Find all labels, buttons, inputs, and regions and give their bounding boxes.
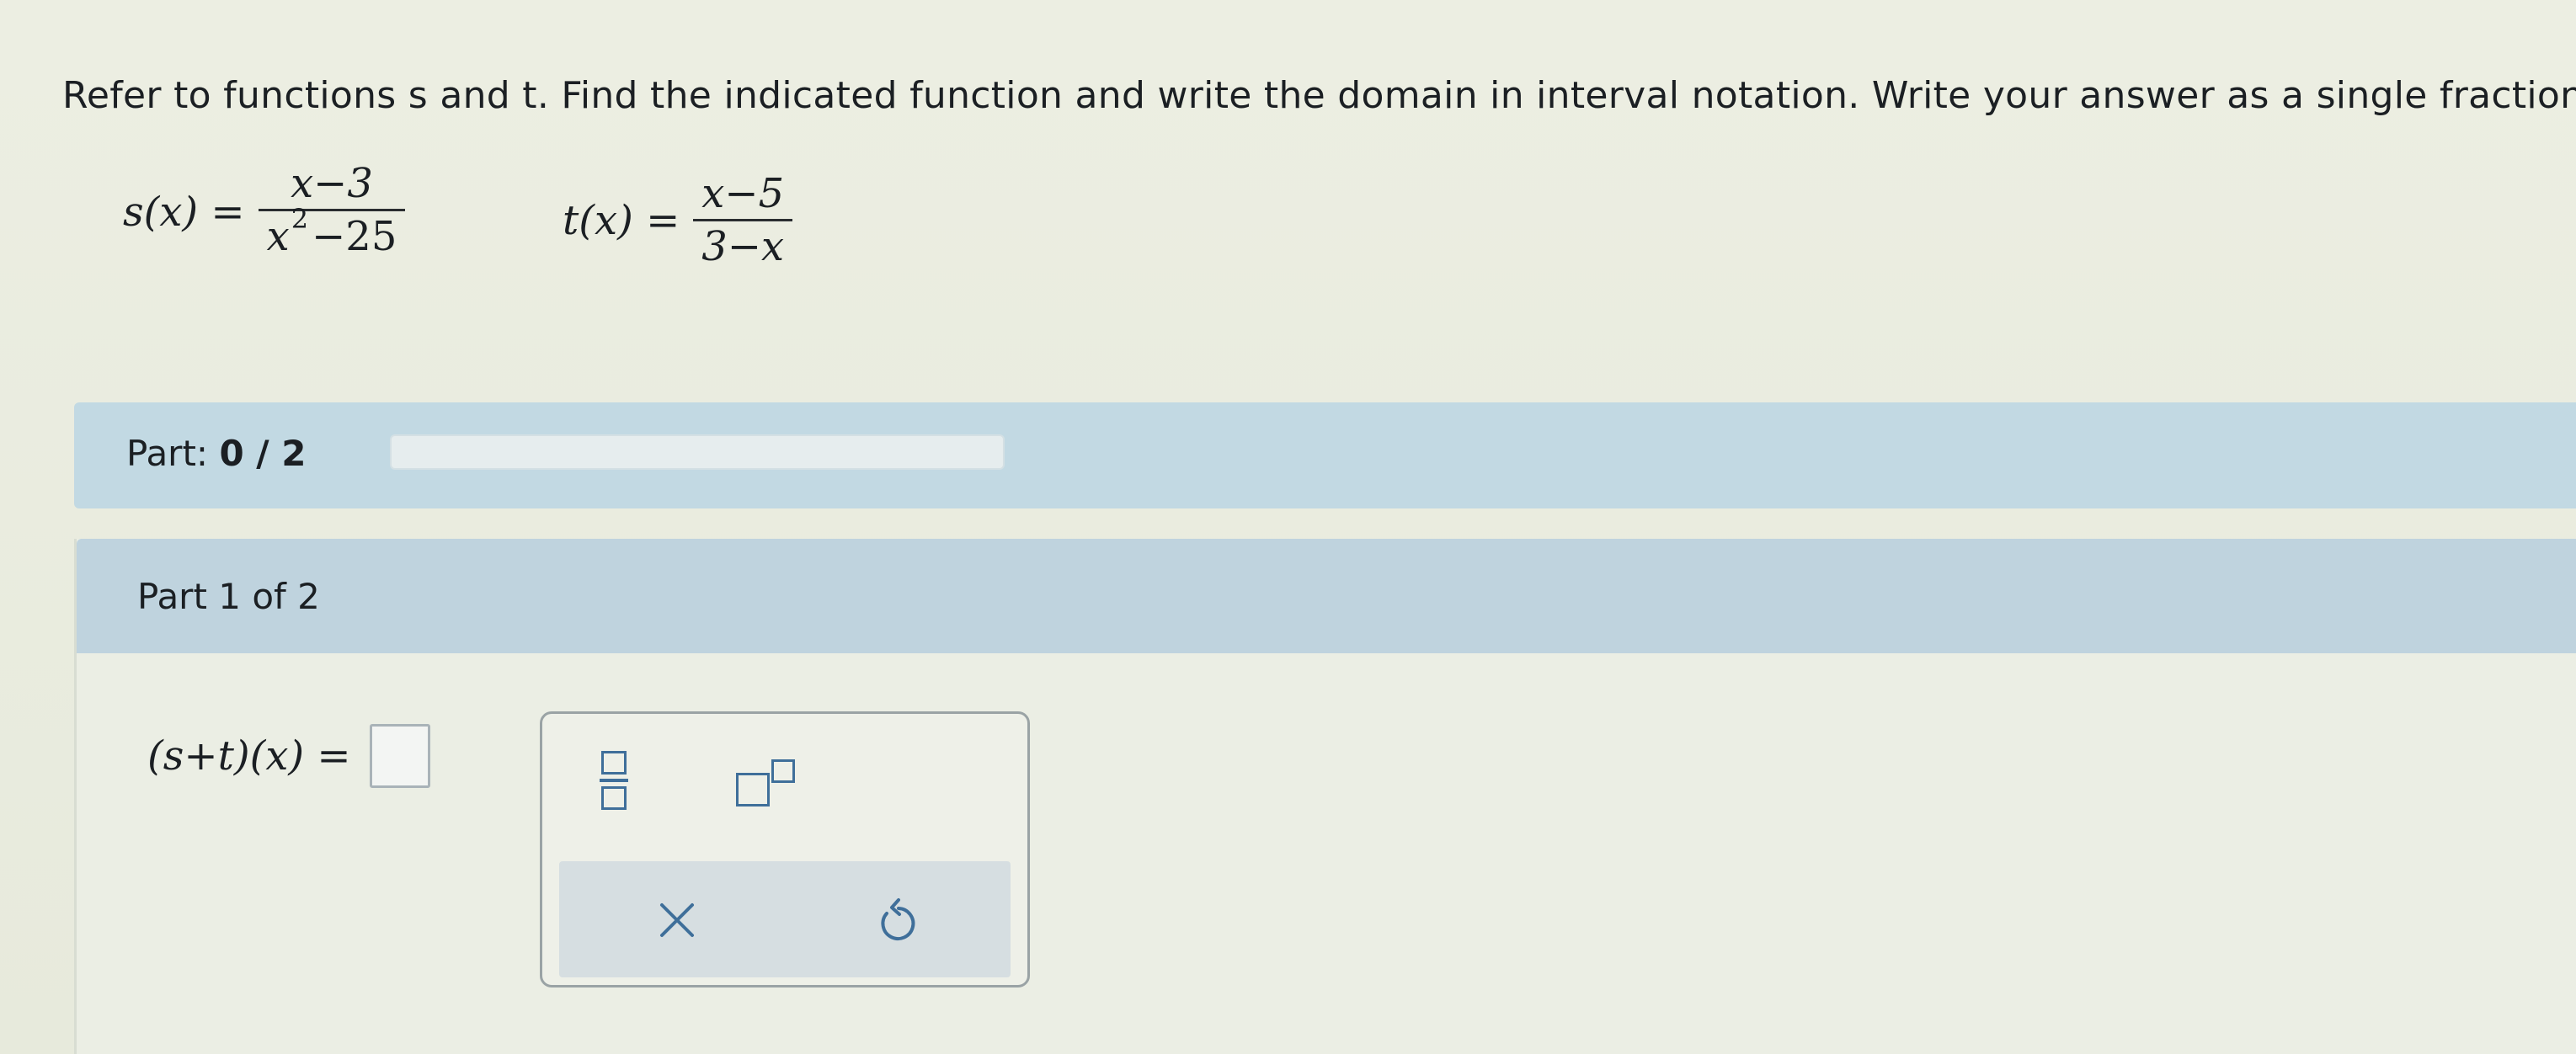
answer-expression: (s+t)(x) = bbox=[147, 724, 430, 788]
function-t-numerator: x−5 bbox=[701, 170, 785, 217]
function-t: t(x) = x−5 3−x bbox=[563, 168, 793, 272]
exponent-power-slot bbox=[771, 759, 795, 783]
exponent-icon[interactable] bbox=[728, 754, 803, 813]
part-progress-section: Part: 0 / 2 bbox=[74, 402, 2576, 508]
math-palette bbox=[540, 711, 1030, 987]
part-progress-value: 0 / 2 bbox=[219, 433, 307, 474]
progress-bar bbox=[390, 434, 1005, 470]
function-s-numerator: x−3 bbox=[291, 160, 373, 207]
function-s: s(x) = x−3 x2−25 bbox=[123, 158, 406, 266]
expression-label: (s+t)(x) = bbox=[147, 732, 351, 780]
part-title: Part 1 of 2 bbox=[137, 576, 320, 617]
part-card-header: Part 1 of 2 bbox=[77, 539, 2576, 653]
problem-instructions: Refer to functions s and t. Find the ind… bbox=[62, 74, 2576, 117]
page: Refer to functions s and t. Find the ind… bbox=[0, 0, 2576, 1054]
fraction-bar bbox=[600, 779, 628, 782]
answer-input[interactable] bbox=[369, 724, 430, 788]
function-s-denominator-rest: −25 bbox=[312, 213, 397, 260]
part-progress-label: Part: 0 / 2 bbox=[126, 433, 306, 474]
function-s-denominator-base: x bbox=[266, 213, 290, 260]
undo-icon[interactable] bbox=[862, 886, 930, 954]
function-s-denominator: x2−25 bbox=[259, 203, 406, 266]
function-t-fraction: x−5 3−x bbox=[693, 168, 793, 272]
part-card: Part 1 of 2 (s+t)(x) = bbox=[74, 539, 2576, 1054]
function-t-lhs: t(x) = bbox=[563, 196, 680, 244]
palette-action-row bbox=[559, 861, 1011, 977]
fraction-numerator-slot bbox=[601, 751, 627, 775]
part-label-text: Part: bbox=[126, 433, 209, 474]
function-s-denominator-exponent: 2 bbox=[291, 203, 309, 235]
function-s-lhs: s(x) = bbox=[123, 189, 245, 236]
function-s-fraction: x−3 x2−25 bbox=[258, 158, 406, 266]
undo-arrow-icon bbox=[881, 898, 915, 940]
clear-icon[interactable] bbox=[643, 886, 711, 954]
close-icon bbox=[660, 903, 694, 937]
function-t-denominator: 3−x bbox=[701, 223, 785, 270]
fraction-denominator-slot bbox=[601, 786, 627, 810]
exponent-base-slot bbox=[736, 773, 770, 806]
fraction-icon[interactable] bbox=[584, 743, 643, 818]
